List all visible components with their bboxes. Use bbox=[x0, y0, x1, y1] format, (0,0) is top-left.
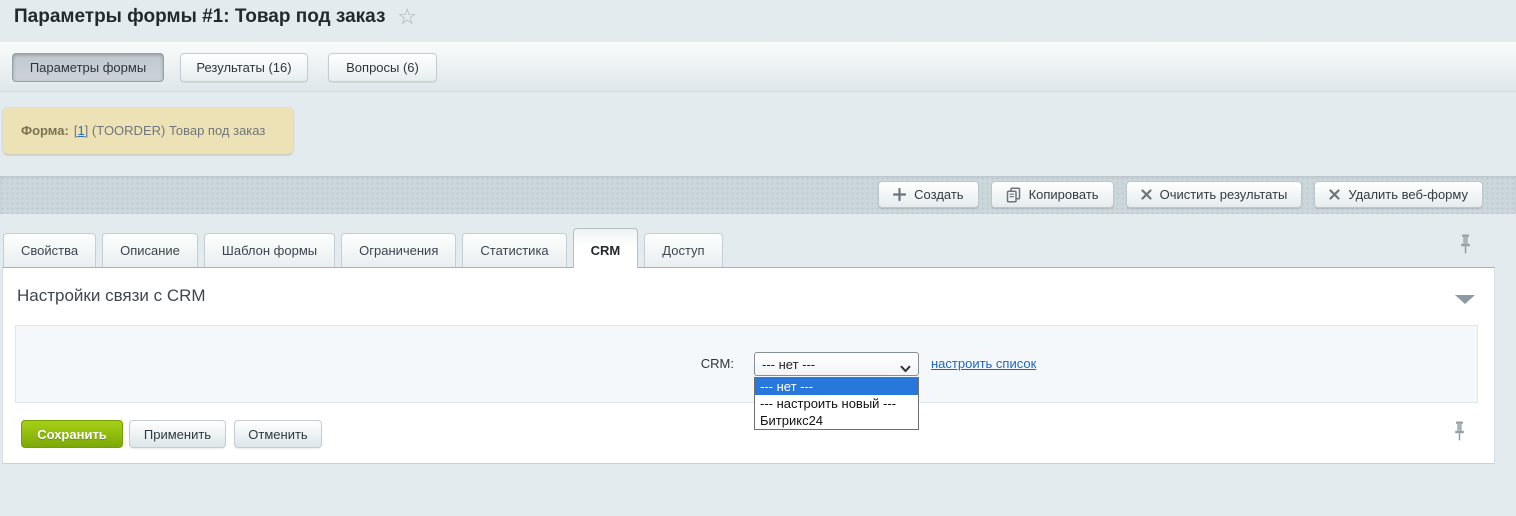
chevron-down-icon bbox=[900, 361, 911, 376]
dropdown-option-none[interactable]: --- нет --- bbox=[755, 378, 918, 395]
x-icon bbox=[1141, 189, 1152, 200]
cancel-button[interactable]: Отменить bbox=[234, 420, 322, 448]
crm-field-label: CRM: bbox=[483, 352, 734, 376]
pin-icon[interactable] bbox=[1459, 234, 1472, 260]
crm-tab-panel: Настройки связи с CRM CRM: --- нет --- н… bbox=[2, 267, 1495, 464]
crm-field-row bbox=[15, 325, 1478, 403]
nav-button-questions[interactable]: Вопросы (6) bbox=[328, 53, 437, 82]
plus-icon bbox=[893, 188, 906, 201]
tab-description[interactable]: Описание bbox=[102, 233, 198, 267]
pin-icon[interactable] bbox=[1453, 421, 1466, 447]
configure-list-link[interactable]: настроить список bbox=[931, 352, 1036, 376]
save-button[interactable]: Сохранить bbox=[21, 420, 123, 448]
create-button[interactable]: Создать bbox=[878, 181, 978, 208]
crm-section-title: Настройки связи с CRM bbox=[17, 286, 206, 306]
tab-access[interactable]: Доступ bbox=[644, 233, 722, 267]
copy-button-label: Копировать bbox=[1029, 187, 1099, 202]
copy-button[interactable]: Копировать bbox=[991, 181, 1114, 208]
action-toolbar: Создать Копировать Очистить результаты У… bbox=[0, 176, 1516, 214]
page-title-row: Параметры формы #1: Товар под заказ ☆ bbox=[14, 6, 417, 28]
nav-button-form-params[interactable]: Параметры формы bbox=[12, 53, 164, 82]
dropdown-option-configure-new[interactable]: --- настроить новый --- bbox=[755, 395, 918, 412]
apply-button[interactable]: Применить bbox=[129, 420, 226, 448]
delete-webform-button-label: Удалить веб-форму bbox=[1348, 187, 1468, 202]
toolbar-buttons: Создать Копировать Очистить результаты У… bbox=[878, 181, 1483, 208]
collapse-section-icon[interactable] bbox=[1455, 295, 1475, 304]
top-nav-bar: Параметры формы Результаты (16) Вопросы … bbox=[0, 42, 1516, 92]
tab-crm[interactable]: CRM bbox=[573, 228, 639, 268]
create-button-label: Создать bbox=[914, 187, 963, 202]
form-info-box: Форма:[1] (TOORDER) Товар под заказ bbox=[3, 107, 293, 154]
form-info-label: Форма: bbox=[21, 123, 69, 138]
clear-results-button[interactable]: Очистить результаты bbox=[1126, 181, 1303, 208]
crm-select-value: --- нет --- bbox=[762, 357, 815, 372]
copy-icon bbox=[1006, 187, 1021, 203]
tab-statistics[interactable]: Статистика bbox=[462, 233, 566, 267]
settings-tab-strip: Свойства Описание Шаблон формы Ограничен… bbox=[3, 228, 723, 268]
x-icon bbox=[1329, 189, 1340, 200]
crm-select[interactable]: --- нет --- bbox=[754, 352, 919, 376]
delete-webform-button[interactable]: Удалить веб-форму bbox=[1314, 181, 1483, 208]
tab-form-template[interactable]: Шаблон формы bbox=[204, 233, 335, 267]
tab-properties[interactable]: Свойства bbox=[3, 233, 96, 267]
page-title: Параметры формы #1: Товар под заказ bbox=[14, 6, 385, 28]
clear-results-button-label: Очистить результаты bbox=[1160, 187, 1288, 202]
form-id-link[interactable]: 1 bbox=[77, 123, 84, 138]
nav-button-results[interactable]: Результаты (16) bbox=[180, 53, 308, 82]
favorite-star-icon[interactable]: ☆ bbox=[397, 6, 417, 28]
form-info-description: (TOORDER) Товар под заказ bbox=[88, 123, 265, 138]
tab-restrictions[interactable]: Ограничения bbox=[341, 233, 456, 267]
crm-select-dropdown: --- нет --- --- настроить новый --- Битр… bbox=[754, 377, 919, 430]
dropdown-option-bitrix24[interactable]: Битрикс24 bbox=[755, 412, 918, 429]
